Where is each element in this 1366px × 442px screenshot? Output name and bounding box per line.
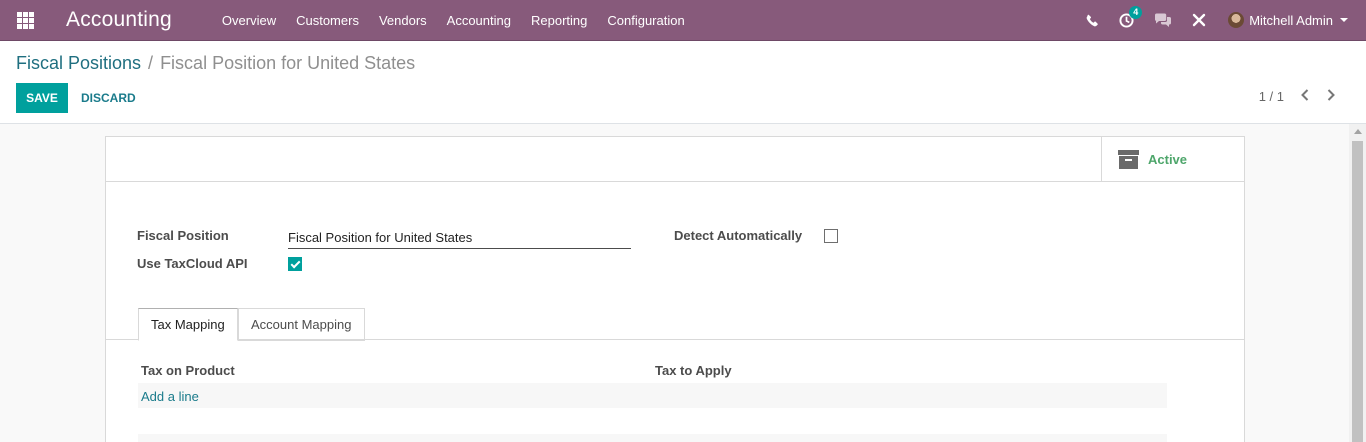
button-box: Active <box>106 137 1244 182</box>
pager: 1 / 1 <box>1259 89 1344 104</box>
tab-tax-mapping[interactable]: Tax Mapping <box>138 308 238 341</box>
breadcrumb: Fiscal Positions / Fiscal Position for U… <box>16 53 415 74</box>
app-brand[interactable]: Accounting <box>49 8 189 32</box>
activity-count-badge: 4 <box>1129 5 1143 19</box>
scroll-up-arrow-icon[interactable] <box>1354 129 1362 134</box>
main-menu: Overview Customers Vendors Accounting Re… <box>212 0 695 41</box>
active-status-label: Active <box>1148 151 1188 167</box>
fiscal-position-label: Fiscal Position <box>137 228 229 243</box>
active-toggle-button[interactable]: Active <box>1101 137 1244 181</box>
chevron-right-icon[interactable] <box>1318 89 1344 104</box>
menu-item-customers[interactable]: Customers <box>286 0 369 41</box>
menu-item-accounting[interactable]: Accounting <box>437 0 521 41</box>
scrollbar-thumb[interactable] <box>1352 141 1363 442</box>
vertical-scrollbar[interactable] <box>1349 124 1366 442</box>
systray: 4 Mitchell Admin <box>1076 0 1366 41</box>
chevron-down-icon <box>1340 18 1348 22</box>
discard-button[interactable]: DISCARD <box>72 83 145 113</box>
chat-icon[interactable] <box>1144 0 1182 41</box>
column-header-tax-on-product[interactable]: Tax on Product <box>141 363 235 378</box>
apps-menu-icon[interactable] <box>0 0 50 41</box>
notebook-tabs: Tax Mapping Account Mapping <box>106 308 1244 341</box>
form-sheet: Active Fiscal Position Use TaxCloud API … <box>105 136 1245 442</box>
tab-account-mapping[interactable]: Account Mapping <box>238 308 365 341</box>
menu-item-reporting[interactable]: Reporting <box>521 0 597 41</box>
detect-automatically-checkbox[interactable] <box>824 229 838 243</box>
menu-item-configuration[interactable]: Configuration <box>597 0 694 41</box>
top-navbar: Accounting Overview Customers Vendors Ac… <box>0 0 1366 41</box>
close-x-icon[interactable] <box>1182 0 1216 41</box>
archive-icon <box>1118 149 1139 169</box>
menu-item-overview[interactable]: Overview <box>212 0 286 41</box>
menu-item-vendors[interactable]: Vendors <box>369 0 437 41</box>
user-name: Mitchell Admin <box>1249 12 1333 28</box>
user-menu[interactable]: Mitchell Admin <box>1216 12 1366 28</box>
phone-icon[interactable] <box>1076 0 1109 41</box>
fiscal-position-input[interactable] <box>288 227 631 249</box>
chevron-left-icon[interactable] <box>1292 89 1318 104</box>
table-row <box>138 383 1167 408</box>
taxcloud-checkbox[interactable] <box>288 257 302 271</box>
control-panel: Fiscal Positions / Fiscal Position for U… <box>0 41 1366 124</box>
table-footer-row <box>138 434 1167 442</box>
detect-automatically-label: Detect Automatically <box>674 228 803 243</box>
pager-value[interactable]: 1 / 1 <box>1259 89 1284 104</box>
activity-clock-icon[interactable]: 4 <box>1109 0 1144 41</box>
breadcrumb-parent[interactable]: Fiscal Positions <box>16 53 141 74</box>
add-line-link[interactable]: Add a line <box>141 389 199 404</box>
column-header-tax-to-apply[interactable]: Tax to Apply <box>655 363 732 378</box>
avatar <box>1228 12 1245 28</box>
save-button[interactable]: SAVE <box>16 83 68 113</box>
taxcloud-label: Use TaxCloud API <box>137 256 248 271</box>
breadcrumb-separator: / <box>148 53 154 73</box>
breadcrumb-current: Fiscal Position for United States <box>160 53 416 73</box>
